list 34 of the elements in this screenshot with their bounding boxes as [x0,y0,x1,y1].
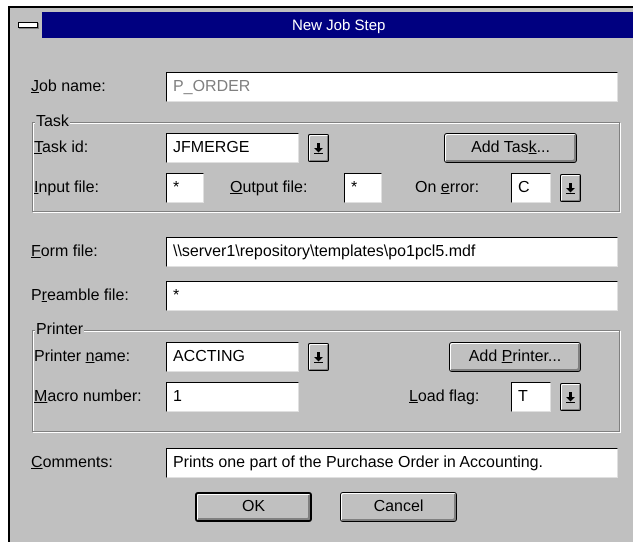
input-field[interactable]: \\server1\repository\templates\po1pcl5.mdf [166,237,618,267]
window-title: New Job Step [292,16,386,34]
dropdown-button[interactable] [560,174,581,202]
field-label: Comments: [31,454,114,472]
field-label: On error: [415,179,480,197]
input-field[interactable]: * [166,281,618,311]
field-label: Form file: [31,243,99,261]
combo-field[interactable]: T [511,382,551,412]
cancel-button[interactable]: Cancel [340,492,457,522]
add-task-button[interactable]: Add Task... [444,133,577,163]
down-arrow-icon [566,182,575,194]
add-printer-button[interactable]: Add Printer... [449,342,581,372]
input-field[interactable]: 1 [166,382,299,412]
combo-field[interactable]: ACCTING [166,342,299,372]
down-arrow-icon [566,392,575,402]
down-arrow-icon [314,142,323,154]
dropdown-button[interactable] [308,343,329,371]
input-field[interactable]: * [166,173,204,203]
dropdown-button[interactable] [308,134,329,162]
ok-button[interactable]: OK [195,492,312,522]
field-label: Input file: [34,179,100,197]
field-label: Load flag: [409,388,480,406]
field-label: Output file: [230,179,308,197]
field-label: Printer name: [34,348,132,366]
field-label: Preamble file: [31,287,130,305]
field-label: Task id: [34,139,90,157]
field-label: Job name: [31,78,107,96]
down-arrow-icon [314,352,323,362]
dropdown-button[interactable] [560,383,581,411]
combo-field[interactable]: C [511,173,551,203]
input-field[interactable]: Prints one part of the Purchase Order in Accounting. [166,448,618,478]
field-label: Macro number: [34,388,143,406]
combo-field[interactable]: JFMERGE [166,133,299,163]
input-field[interactable]: * [344,173,382,203]
